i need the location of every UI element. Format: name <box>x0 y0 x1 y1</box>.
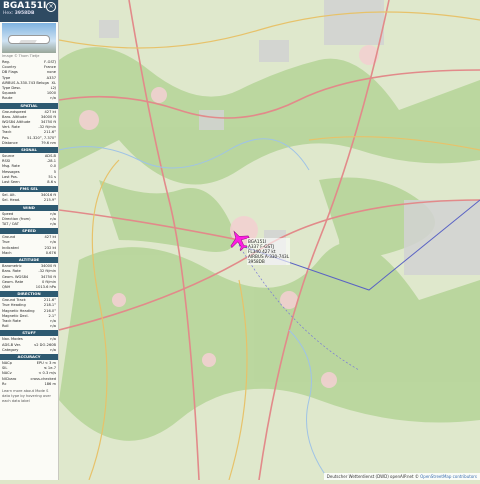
section-header: ACCURACY <box>0 353 58 360</box>
row-label: Distance <box>2 140 18 145</box>
info-row: Last Seen 8.6 s <box>0 180 58 185</box>
row-value: 79.6 nm <box>41 140 56 145</box>
row-label: Mach <box>2 250 12 255</box>
callsign: BGA151I <box>3 1 47 11</box>
row-value: n/a <box>50 96 56 101</box>
row-label: Roll <box>2 324 9 329</box>
info-row: Route n/a <box>0 96 58 101</box>
info-row: Roll n/a <box>0 324 58 329</box>
row-value: 8.6 s <box>47 180 56 185</box>
info-row: Category n/a <box>0 348 58 353</box>
row-label: Last Seen <box>2 180 20 185</box>
section-header: STUFF <box>0 330 58 337</box>
row-value: n/a <box>50 347 56 352</box>
aircraft-info-panel: BGA151I Hex: 3958DB × Image © Thom Tietj… <box>0 0 59 480</box>
section-header: ALTITUDE <box>0 257 58 264</box>
row-value: 186 m <box>44 381 56 386</box>
row-label: TAT / OAT <box>2 222 19 227</box>
row-label: Rc <box>2 381 7 386</box>
info-row: Distance 79.6 nm <box>0 141 58 146</box>
info-row: TAT / OAT n/a <box>0 222 58 227</box>
row-label: Sel. Head. <box>2 198 21 203</box>
row-label: QNH <box>2 284 11 289</box>
row-value: 1013.6 hPa <box>35 284 56 289</box>
aircraft-label[interactable]: BGA151I A337 F-GSTJ FL340 427 kt AIRBUS A-3… <box>247 238 291 265</box>
section-header: SIGNAL <box>0 147 58 154</box>
close-icon[interactable]: × <box>46 2 56 12</box>
aircraft-photo[interactable] <box>2 23 56 53</box>
footer-note: Learn more about Mode S data type by hov… <box>2 388 51 403</box>
info-table: Reg. F-GSTJ Country France DB Flags none Type A… <box>0 60 58 102</box>
info-row: Sel. Head. 215.9° <box>0 198 58 203</box>
hex-id: Hex: 3958DB <box>3 11 35 16</box>
row-value: n/a <box>50 222 56 227</box>
row-label: Route <box>2 96 13 101</box>
osm-link[interactable]: OpenStreetMap contributors <box>420 474 477 479</box>
row-value: 0.676 <box>45 250 56 255</box>
info-sections: SPATIAL Groundspeed 427 kt Baro. Altitude 34… <box>0 102 58 387</box>
section-header: SPEED <box>0 228 58 235</box>
info-row: Mach 0.676 <box>0 251 58 256</box>
aircraft-label-line: 3958DB <box>248 259 265 264</box>
row-value: 215.9° <box>43 198 56 203</box>
row-value: n/a <box>50 324 56 329</box>
section-header: SPATIAL <box>0 102 58 109</box>
map-view[interactable]: BGA151I A337 F-GSTJ FL340 427 kt AIRBUS A-3… <box>58 0 480 481</box>
map-attribution: Deutscher Wetterdienst (DWD) openAIP.net… <box>323 473 480 480</box>
row-label: Category <box>2 347 19 352</box>
section-header: FMS SEL <box>0 186 58 193</box>
info-row: QNH 1013.6 hPa <box>0 285 58 290</box>
panel-header: BGA151I Hex: 3958DB × <box>0 0 58 22</box>
section-header: WIND <box>0 204 58 211</box>
section-header: DIRECTION <box>0 291 58 298</box>
